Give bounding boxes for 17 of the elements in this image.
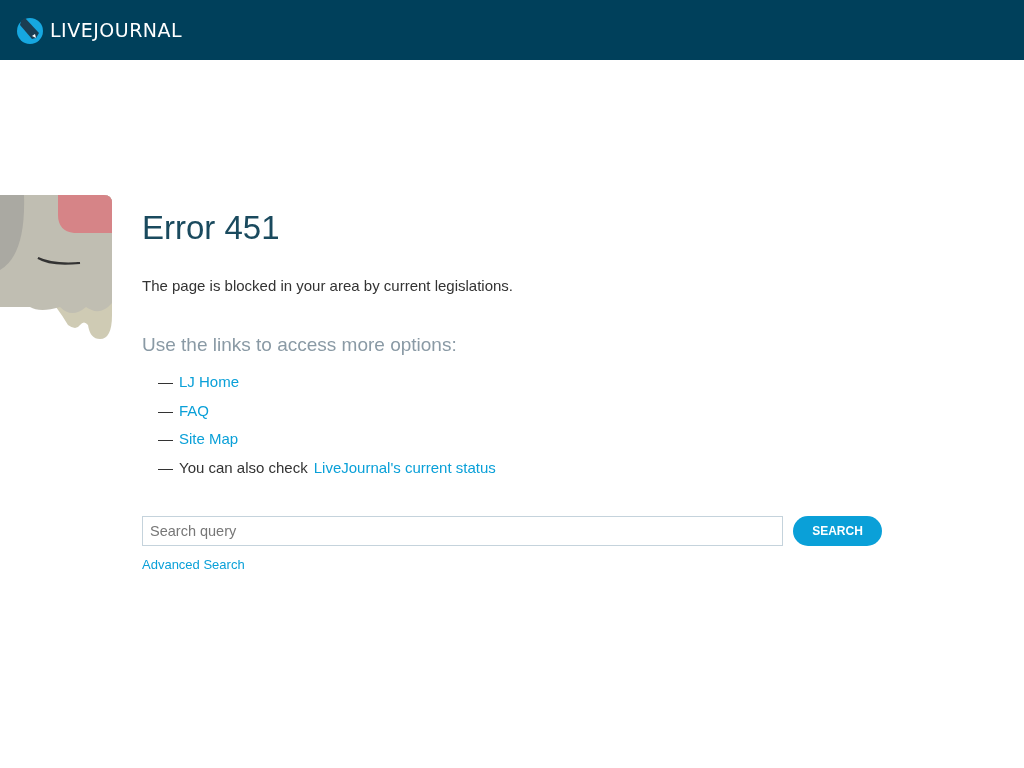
logo-icon[interactable]	[16, 16, 44, 44]
status-text: You can also check	[179, 457, 308, 478]
dash-marker: —	[158, 457, 173, 478]
search-button[interactable]: SEARCH	[793, 516, 882, 546]
search-field[interactable]: Search query	[142, 516, 783, 546]
error-message: The page is blocked in your area by current legislations.	[142, 277, 515, 294]
advanced-search-link[interactable]: Advanced Search	[142, 557, 882, 572]
option-link[interactable]: FAQ	[179, 400, 209, 421]
dash-marker: —	[158, 429, 173, 449]
dash-marker: —	[158, 400, 173, 421]
dash-marker: —	[158, 372, 173, 392]
option-link[interactable]: LJ Home	[179, 372, 240, 393]
option-link[interactable]: Site Map	[179, 429, 239, 450]
status-link[interactable]: LiveJournal's current status	[313, 457, 496, 478]
error-title: Error 451	[142, 209, 281, 247]
options-heading: Use the links to access more options:	[142, 334, 458, 356]
logo-text[interactable]: LIVEJOURNAL	[50, 19, 183, 41]
